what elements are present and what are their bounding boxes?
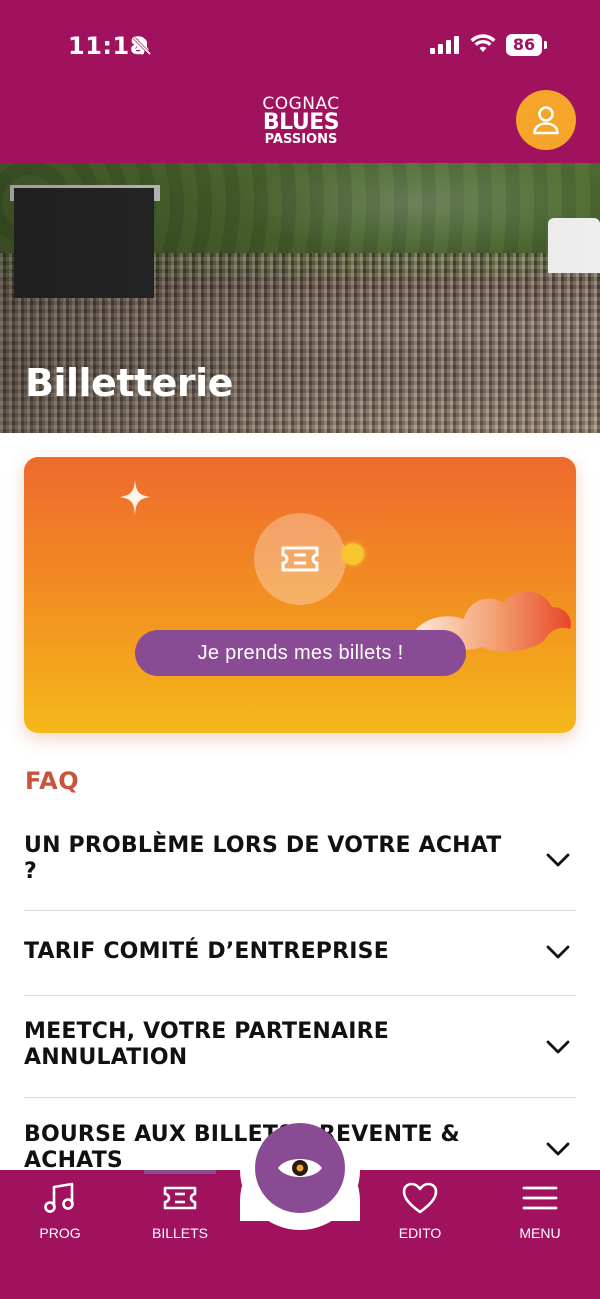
chevron-down-icon: [546, 945, 570, 959]
logo-line-2: BLUES: [262, 110, 340, 135]
sparkle-icon: [120, 479, 150, 520]
faq-question: UN PROBLÈME LORS DE VOTRE ACHAT ?: [24, 833, 502, 884]
app-header: COGNAC BLUES PASSIONS: [0, 90, 600, 163]
faq-question: TARIF COMITÉ D’ENTREPRISE: [24, 939, 389, 964]
chevron-down-icon: [546, 1142, 570, 1156]
nav-item-billets[interactable]: BILLETS: [130, 1180, 230, 1241]
page-title: Billetterie: [25, 361, 233, 405]
status-bar: 11:18 86: [0, 0, 600, 90]
nav-active-indicator: [144, 1170, 216, 1174]
wifi-icon: [470, 34, 496, 59]
ticket-icon: [163, 1186, 197, 1210]
nav-label: MENU: [519, 1225, 561, 1241]
battery-indicator: 86: [506, 34, 542, 56]
faq-item[interactable]: UN PROBLÈME LORS DE VOTRE ACHAT ?: [24, 826, 576, 911]
heart-icon: [402, 1182, 438, 1214]
nav-item-prog[interactable]: PROG: [10, 1180, 110, 1241]
center-eye-button[interactable]: [255, 1123, 345, 1213]
signal-icon: [430, 36, 460, 59]
buy-tickets-button[interactable]: Je prends mes billets !: [135, 630, 466, 676]
chevron-down-icon: [546, 853, 570, 867]
nav-label: EDITO: [398, 1225, 442, 1241]
eye-icon: [278, 1159, 322, 1177]
faq-question: MEETCH, VOTRE PARTENAIRE ANNULATION: [24, 1019, 390, 1070]
nav-item-menu[interactable]: MENU: [490, 1180, 590, 1241]
nav-item-edito[interactable]: EDITO: [370, 1180, 470, 1241]
home-indicator[interactable]: [200, 1284, 400, 1290]
faq-item[interactable]: MEETCH, VOTRE PARTENAIRE ANNULATION: [24, 996, 576, 1098]
account-button[interactable]: [516, 90, 576, 150]
bell-muted-icon: [132, 36, 152, 61]
ticket-card: Je prends mes billets !: [24, 457, 576, 733]
logo-line-3: PASSIONS: [264, 132, 338, 147]
music-note-icon: [44, 1182, 74, 1213]
chevron-down-icon: [546, 1040, 570, 1054]
faq-title: FAQ: [25, 767, 80, 795]
faq-item[interactable]: TARIF COMITÉ D’ENTREPRISE: [24, 911, 576, 996]
nav-label: PROG: [39, 1225, 81, 1241]
ticket-badge: [254, 513, 346, 605]
sun-illustration: [342, 543, 364, 565]
hero-banner: Billetterie: [0, 163, 600, 433]
battery-tip: [544, 41, 547, 49]
hamburger-menu-icon: [522, 1186, 558, 1210]
ticket-icon: [281, 546, 319, 572]
cognac-blues-passions-logo[interactable]: COGNAC BLUES PASSIONS: [254, 96, 348, 147]
nav-label: BILLETS: [151, 1225, 209, 1241]
user-icon: [533, 106, 559, 135]
